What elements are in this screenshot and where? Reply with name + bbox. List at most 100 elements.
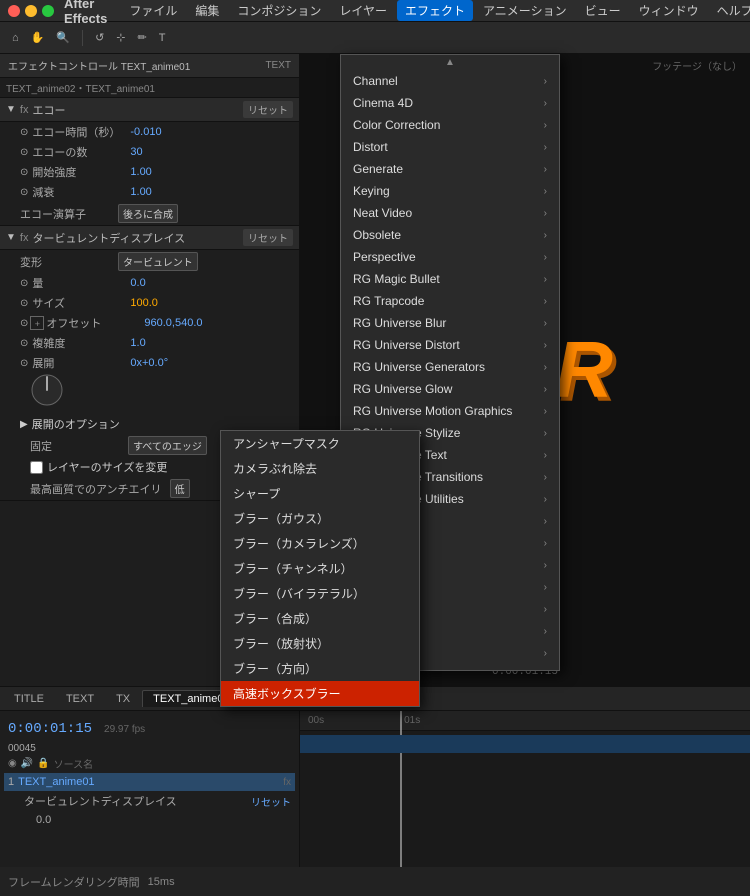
fx-turbulent-header[interactable]: ▼ fx タービュレントディスプレイス リセット (0, 226, 299, 250)
turbulent-evolve-row: ⊙ 展開 0x+0.0° (0, 353, 299, 373)
echo-decay-value[interactable]: 1.00 (130, 186, 151, 198)
timeline-layer-1[interactable]: 1 TEXT_anime01 fx (4, 773, 295, 791)
menu-item-rg-universe-blur[interactable]: RG Universe Blur› (341, 312, 559, 334)
menu-item-neat-video[interactable]: Neat Video› (341, 202, 559, 224)
rg-trapcode-arrow: › (544, 296, 547, 307)
submenu-blur-compound[interactable]: ブラー（合成） (221, 606, 419, 631)
turbulent-size-value[interactable]: 100.0 (130, 297, 158, 309)
submenu-blur-bilateral[interactable]: ブラー（バイラテラル） (221, 581, 419, 606)
toolbar-rotate[interactable]: ↺ (91, 29, 108, 46)
timeline-ruler: 00s 01s (300, 711, 750, 731)
menu-view[interactable]: ビュー (577, 0, 629, 21)
turbulent-fixed-dropdown[interactable]: すべてのエッジ (128, 436, 207, 455)
turbulent-offset-value[interactable]: 960.0,540.0 (144, 317, 202, 329)
submenu-blur-direction[interactable]: ブラー（方向） (221, 656, 419, 681)
menu-item-keying[interactable]: Keying› (341, 180, 559, 202)
submenu-blur-radial[interactable]: ブラー（放射状） (221, 631, 419, 656)
echo-label: エコー (32, 102, 65, 118)
echo-reset-button[interactable]: リセット (243, 101, 293, 118)
timeline-solo-icon[interactable]: ◉ (8, 758, 17, 769)
turbulent-antialias-dropdown[interactable]: 低 (170, 479, 190, 498)
utility-arrow: › (544, 648, 547, 659)
menu-item-rg-universe-generators[interactable]: RG Universe Generators› (341, 356, 559, 378)
fx-echo-header[interactable]: ▼ fx エコー リセット (0, 98, 299, 122)
timeline-lock-icon[interactable]: 🔒 (37, 758, 49, 769)
toolbar-hand[interactable]: ✋ (27, 29, 49, 46)
echo-time-value[interactable]: -0.010 (130, 126, 161, 138)
tab-tx[interactable]: TX (106, 691, 140, 707)
echo-op-dropdown[interactable]: 後ろに合成 (118, 204, 178, 223)
turbulent-evolve-dial[interactable] (30, 373, 64, 407)
layer-3-name: 0.0 (8, 814, 51, 826)
menu-effects[interactable]: エフェクト (397, 0, 473, 21)
toolbar-pan[interactable]: ⊹ (112, 29, 129, 46)
close-button[interactable] (8, 5, 20, 17)
echo-decay-row: ⊙ 減衰 1.00 (0, 182, 299, 202)
submenu-unsharp[interactable]: アンシャープマスク (221, 431, 419, 456)
menu-item-channel[interactable]: Channel› (341, 70, 559, 92)
rg-magic-bullet-arrow: › (544, 274, 547, 285)
turbulent-complexity-value[interactable]: 1.0 (130, 337, 145, 349)
menu-edit[interactable]: 編集 (187, 0, 227, 21)
transition-arrow: › (544, 626, 547, 637)
echo-count-row: ⊙ エコーの数 30 (0, 142, 299, 162)
timeline-ruler-mark-01s: 01s (404, 715, 420, 726)
menu-layer[interactable]: レイヤー (331, 0, 395, 21)
menu-file[interactable]: ファイル (121, 0, 185, 21)
turbulent-options-icon: ▶ (20, 419, 28, 430)
submenu-camera-warp[interactable]: カメラぶれ除去 (221, 456, 419, 481)
menu-item-rg-universe-glow[interactable]: RG Universe Glow› (341, 378, 559, 400)
menu-item-distort[interactable]: Distort› (341, 136, 559, 158)
timeline-audio-icon[interactable]: 🔊 (21, 758, 33, 769)
maximize-button[interactable] (42, 5, 54, 17)
submenu-fast-box-blur[interactable]: 高速ボックスブラー (221, 681, 419, 706)
menu-item-rg-universe-distort[interactable]: RG Universe Distort› (341, 334, 559, 356)
turbulent-evolve-value[interactable]: 0x+0.0° (130, 357, 168, 369)
turbulent-size-row: ⊙ サイズ 100.0 (0, 293, 299, 313)
menu-item-color-correction[interactable]: Color Correction› (341, 114, 559, 136)
timeline-layer-3[interactable]: 0.0 (4, 811, 295, 829)
menu-item-obsolete[interactable]: Obsolete› (341, 224, 559, 246)
toolbar-home[interactable]: ⌂ (8, 30, 23, 46)
menu-animation[interactable]: アニメーション (475, 0, 575, 21)
menu-item-generate[interactable]: Generate› (341, 158, 559, 180)
menu-item-rg-magic-bullet[interactable]: RG Magic Bullet› (341, 268, 559, 290)
rg-universe-transitions-arrow: › (544, 472, 547, 483)
menu-item-rg-trapcode[interactable]: RG Trapcode› (341, 290, 559, 312)
menu-item-rg-universe-motion[interactable]: RG Universe Motion Graphics› (341, 400, 559, 422)
timeline-frame-count: 00045 (4, 743, 295, 754)
submenu-blur-camera[interactable]: ブラー（カメラレンズ） (221, 531, 419, 556)
timeline-timecode: 0:00:01:15 (4, 717, 96, 741)
layer-2-reset[interactable]: リセット (251, 794, 291, 809)
submenu-blur-gauss[interactable]: ブラー（ガウス） (221, 506, 419, 531)
menu-item-perspective[interactable]: Perspective› (341, 246, 559, 268)
effect-control-header-bar: エフェクトコントロール TEXT_anime01 TEXT (0, 54, 299, 78)
echo-count-value[interactable]: 30 (130, 146, 142, 158)
obsolete-arrow: › (544, 230, 547, 241)
menu-window[interactable]: ウィンドウ (631, 0, 707, 21)
turbulent-type-dropdown[interactable]: タービュレント (118, 252, 198, 271)
turbulent-antialias-label: 最高画質でのアンチエイリ (30, 481, 162, 497)
menu-composition[interactable]: コンポジション (229, 0, 329, 21)
turbulent-resize-checkbox[interactable] (30, 461, 43, 474)
timeline-source-label: ソース名 (54, 756, 94, 771)
menu-help[interactable]: ヘルプ (709, 0, 750, 21)
toolbar-text[interactable]: T (155, 30, 170, 46)
submenu-blur-channel[interactable]: ブラー（チャンネル） (221, 556, 419, 581)
echo-start-value[interactable]: 1.00 (130, 166, 151, 178)
rg-universe-motion-arrow: › (544, 406, 547, 417)
turbulent-reset-button[interactable]: リセット (243, 229, 293, 246)
toolbar-zoom[interactable]: 🔍 (52, 29, 74, 46)
dropdown-scroll-up[interactable]: ▲ (341, 55, 559, 70)
menu-item-cinema4d[interactable]: Cinema 4D› (341, 92, 559, 114)
toolbar-pen[interactable]: ✏ (134, 29, 151, 46)
minimize-button[interactable] (25, 5, 37, 17)
timeline-layer-bar-1 (300, 735, 750, 753)
tab-title[interactable]: TITLE (4, 691, 54, 707)
turbulent-amount-stopwatch: ⊙ (20, 278, 28, 289)
timeline-layer-2[interactable]: タービュレントディスプレイス リセット (4, 791, 295, 811)
turbulent-amount-value[interactable]: 0.0 (130, 277, 145, 289)
submenu-sharp[interactable]: シャープ (221, 481, 419, 506)
rg-universe-text-arrow: › (544, 450, 547, 461)
tab-text[interactable]: TEXT (56, 691, 104, 707)
